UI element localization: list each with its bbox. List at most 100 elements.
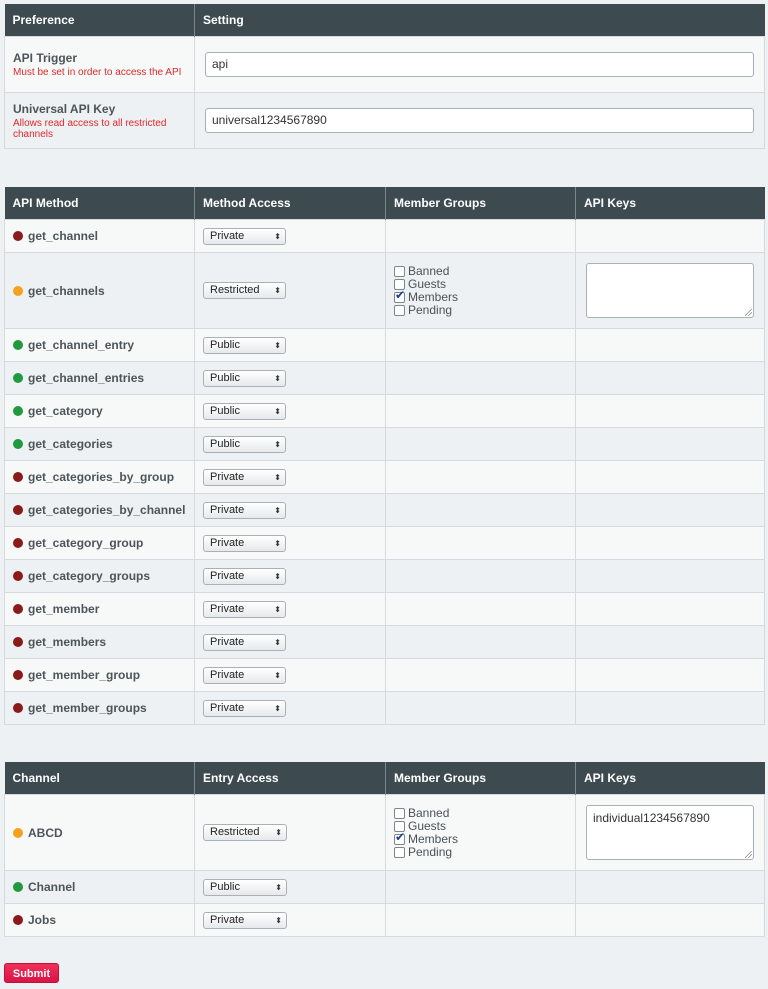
preferences-table: Preference Setting API Trigger Must be s… — [4, 4, 765, 149]
access-select[interactable]: Restricted ⬍ — [203, 824, 287, 841]
header-entry-access: Entry Access — [194, 762, 386, 795]
method-row: get_categories_by_channel Private ⬍ — [4, 493, 765, 527]
api-keys-value: individual1234567890 — [593, 811, 710, 825]
member-group-option[interactable]: Members — [394, 289, 567, 304]
api-keys-textarea[interactable] — [586, 263, 754, 318]
access-select[interactable]: Private ⬍ — [203, 699, 286, 717]
pref-row-universal-key: Universal API Key Allows read access to … — [4, 92, 765, 149]
updown-arrows-icon: ⬍ — [274, 439, 281, 449]
pref-hint: Must be set in order to access the API — [13, 67, 182, 78]
method-row: get_member Private ⬍ — [4, 592, 765, 626]
access-select-value: Private — [210, 701, 245, 714]
access-select-value: Restricted — [210, 826, 260, 838]
access-select[interactable]: Private ⬍ — [203, 633, 286, 651]
updown-arrows-icon: ⬍ — [274, 286, 281, 295]
member-group-label: Guests — [408, 818, 447, 833]
resize-grip-icon[interactable] — [745, 309, 752, 316]
access-select[interactable]: Public ⬍ — [203, 336, 286, 354]
updown-arrows-icon: ⬍ — [275, 882, 282, 892]
member-group-option[interactable]: Members — [394, 831, 567, 846]
access-select[interactable]: Private ⬍ — [203, 468, 286, 486]
updown-arrows-icon: ⬍ — [274, 472, 281, 482]
access-select[interactable]: Private ⬍ — [203, 666, 286, 684]
channel-name: Channel — [28, 880, 76, 894]
access-select-value: Restricted — [210, 284, 260, 296]
method-name: get_categories_by_channel — [28, 503, 186, 517]
status-dot-icon — [13, 827, 23, 838]
channel-row: Channel Public ⬍ — [4, 870, 765, 904]
access-select[interactable]: Restricted ⬍ — [203, 282, 286, 299]
access-select-value: Public — [210, 880, 240, 893]
pref-name: Universal API Key — [13, 101, 116, 116]
updown-arrows-icon: ⬍ — [274, 637, 281, 647]
status-dot-icon — [13, 670, 23, 680]
member-group-label: Pending — [408, 844, 453, 859]
updown-arrows-icon: ⬍ — [274, 340, 281, 350]
method-row: get_channel_entries Public ⬍ — [4, 361, 765, 395]
channels-table: Channel Entry Access Member Groups API K… — [4, 762, 765, 937]
member-group-label: Pending — [408, 302, 453, 317]
header-setting: Setting — [194, 4, 765, 37]
member-group-label: Members — [408, 831, 459, 846]
resize-grip-icon[interactable] — [745, 851, 752, 858]
access-select-value: Private — [210, 470, 245, 483]
access-select[interactable]: Public ⬍ — [203, 435, 286, 453]
access-select-value: Private — [210, 503, 245, 516]
checkbox[interactable] — [394, 265, 405, 277]
method-name: get_channel_entry — [28, 338, 135, 352]
method-name: get_category_group — [28, 536, 144, 550]
access-select[interactable]: Private ⬍ — [203, 534, 286, 552]
access-select-value: Public — [210, 371, 240, 384]
checkbox[interactable] — [394, 846, 405, 858]
status-dot-icon — [13, 231, 23, 241]
updown-arrows-icon: ⬍ — [275, 828, 282, 837]
method-row: get_category_group Private ⬍ — [4, 526, 765, 560]
method-row: get_member_groups Private ⬍ — [4, 691, 765, 725]
api-methods-table: API Method Method Access Member Groups A… — [4, 187, 765, 725]
access-select[interactable]: Public ⬍ — [203, 369, 286, 387]
checkbox[interactable] — [394, 831, 405, 845]
member-group-option[interactable]: Banned — [394, 806, 567, 820]
access-select[interactable]: Public ⬍ — [203, 402, 286, 420]
checkbox[interactable] — [394, 304, 405, 316]
status-dot-icon — [13, 340, 23, 350]
status-dot-icon — [13, 538, 23, 548]
access-select[interactable]: Private ⬍ — [203, 501, 286, 519]
member-group-option[interactable]: Pending — [394, 844, 567, 859]
access-select[interactable]: Private ⬍ — [203, 600, 286, 618]
access-select[interactable]: Private ⬍ — [203, 567, 286, 585]
updown-arrows-icon: ⬍ — [274, 604, 281, 614]
access-select[interactable]: Public ⬍ — [203, 878, 287, 896]
status-dot-icon — [13, 882, 23, 892]
checkbox[interactable] — [394, 289, 405, 303]
member-group-option[interactable]: Guests — [394, 277, 567, 291]
member-group-option[interactable]: Banned — [394, 264, 567, 278]
submit-button[interactable]: Submit — [4, 963, 59, 983]
access-select[interactable]: Private ⬍ — [203, 911, 287, 929]
method-name: get_member — [28, 602, 100, 616]
status-dot-icon — [13, 915, 23, 925]
checkbox[interactable] — [394, 807, 405, 819]
access-select-value: Private — [210, 602, 245, 615]
api-trigger-input[interactable]: api — [205, 52, 754, 77]
method-row: get_categories Public ⬍ — [4, 427, 765, 461]
method-row: get_categories_by_group Private ⬍ — [4, 460, 765, 494]
universal-api-key-input[interactable]: universal1234567890 — [205, 108, 754, 133]
method-name: get_categories_by_group — [28, 470, 175, 484]
access-select[interactable]: Private ⬍ — [203, 227, 286, 245]
api-keys-textarea[interactable]: individual1234567890 — [586, 805, 754, 860]
status-dot-icon — [13, 571, 23, 581]
member-group-option[interactable]: Pending — [394, 302, 567, 317]
updown-arrows-icon: ⬍ — [274, 505, 281, 515]
method-row: get_channel Private ⬍ — [4, 219, 765, 253]
method-row: get_channels Restricted ⬍ BannedGuestsMembe… — [4, 252, 765, 329]
member-group-option[interactable]: Guests — [394, 818, 567, 833]
header-channel: Channel — [4, 762, 195, 795]
access-select-value: Private — [210, 635, 245, 648]
access-select-value: Private — [210, 569, 245, 582]
status-dot-icon — [13, 472, 23, 482]
pref-name: API Trigger — [13, 51, 78, 65]
updown-arrows-icon: ⬍ — [274, 406, 281, 416]
updown-arrows-icon: ⬍ — [274, 670, 281, 680]
method-row: get_members Private ⬍ — [4, 625, 765, 659]
